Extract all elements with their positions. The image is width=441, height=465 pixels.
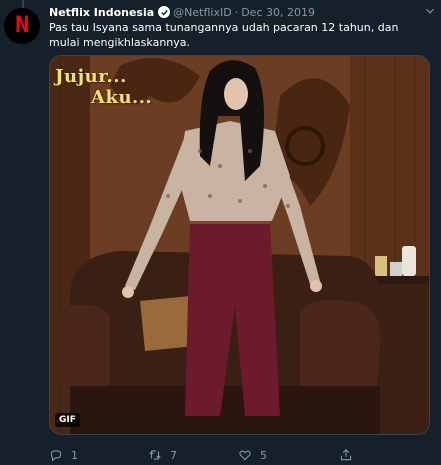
tweet-date[interactable]: Dec 30, 2019 <box>241 6 315 19</box>
retweet-icon <box>149 450 161 460</box>
gif-badge: GIF <box>55 413 80 427</box>
reply-icon <box>50 450 62 462</box>
tweet-header: Netflix Indonesia @NetflixID · Dec 30, 2… <box>49 4 437 20</box>
reply-button[interactable]: 1 <box>49 448 78 462</box>
share-button[interactable] <box>339 448 361 462</box>
tweet-actions: 1 7 5 <box>49 446 399 464</box>
tweet-media-gif[interactable]: Jujur... Aku... GIF <box>49 55 430 435</box>
gif-frame-scene <box>50 56 429 434</box>
caption-line-2: Aku... <box>91 87 153 108</box>
share-icon <box>340 449 352 461</box>
like-count: 5 <box>260 448 267 462</box>
like-button[interactable]: 5 <box>238 448 267 462</box>
separator-dot: · <box>234 5 239 19</box>
gif-caption: Jujur... Aku... <box>55 66 152 108</box>
author-handle[interactable]: @NetflixID <box>173 6 232 19</box>
thread-line <box>22 0 24 8</box>
author-name[interactable]: Netflix Indonesia <box>49 6 154 19</box>
reply-count: 1 <box>71 448 78 462</box>
netflix-logo-letter: N <box>14 13 30 38</box>
avatar[interactable]: N <box>4 8 40 44</box>
tweet-text: Pas tau Isyana sama tunangannya udah pac… <box>49 21 399 49</box>
caption-line-1: Jujur... <box>55 66 127 87</box>
retweet-count: 7 <box>170 448 177 462</box>
verified-badge-icon <box>158 6 171 18</box>
like-icon <box>239 450 251 461</box>
retweet-button[interactable]: 7 <box>148 448 177 462</box>
